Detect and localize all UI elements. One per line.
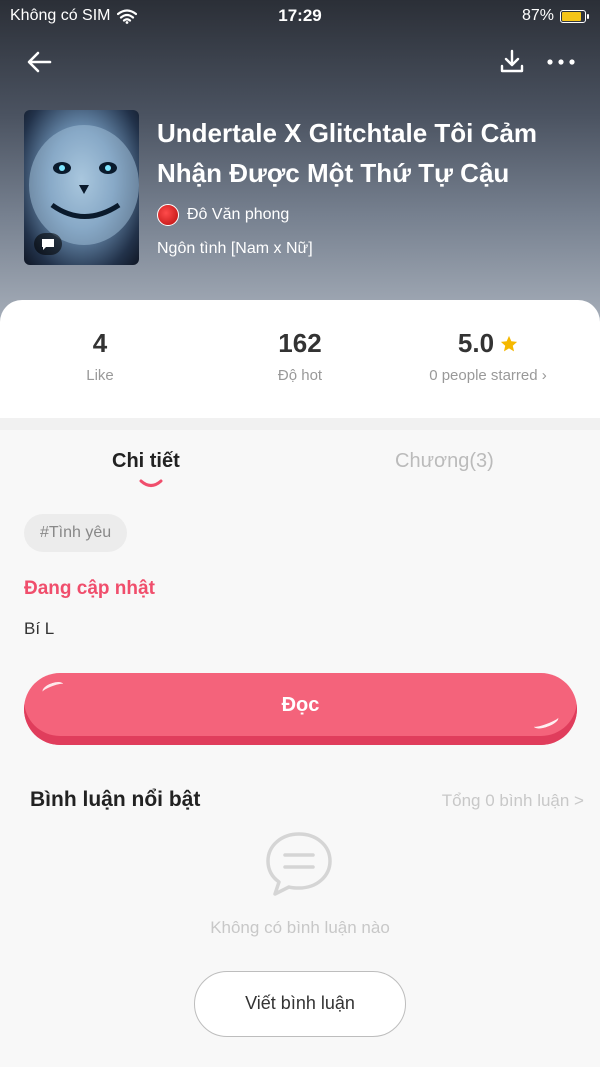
more-icon xyxy=(547,59,575,65)
button-highlight xyxy=(532,712,560,732)
download-button[interactable] xyxy=(496,46,528,78)
comments-total-link[interactable]: Tổng 0 bình luận > xyxy=(442,791,584,811)
rating-label: 0 people starred › xyxy=(429,367,547,384)
section-divider xyxy=(0,418,600,430)
comment-empty-icon xyxy=(266,832,332,896)
tab-indicator xyxy=(139,479,163,487)
read-button[interactable]: Đọc xyxy=(24,673,577,745)
more-button[interactable] xyxy=(544,46,578,78)
arrow-left-icon xyxy=(27,51,52,73)
like-count: 4 xyxy=(92,328,108,358)
stats-card: 4 Like 162 Độ hot 5.0 0 people starred › xyxy=(0,300,600,418)
button-highlight xyxy=(40,679,66,697)
tag-chip[interactable]: #Tình yêu xyxy=(24,514,128,552)
content-area: Chi tiết Chương(3) #Tình yêu Đang cập nh… xyxy=(0,430,600,1067)
comments-title: Bình luận nổi bật xyxy=(30,788,201,811)
back-button[interactable] xyxy=(24,46,56,78)
star-icon xyxy=(500,335,518,351)
download-icon xyxy=(500,49,524,73)
tab-details[interactable]: Chi tiết xyxy=(112,450,180,473)
battery-percent: 87% xyxy=(521,7,554,24)
chat-bubble-icon xyxy=(42,239,54,250)
update-status: Đang cập nhật xyxy=(24,578,155,599)
rating-value: 5.0 xyxy=(457,328,495,358)
chat-badge xyxy=(34,233,62,255)
stat-like: 4 Like xyxy=(0,328,200,384)
battery-fill xyxy=(562,11,582,21)
clock: 17:29 xyxy=(278,6,322,25)
battery-icon xyxy=(560,9,589,23)
no-comments-text: Không có bình luận nào xyxy=(210,918,390,937)
author-name: Đô Văn phong xyxy=(187,206,290,223)
tab-chapters[interactable]: Chương(3) xyxy=(395,450,494,473)
stat-rating[interactable]: 5.0 0 people starred › xyxy=(388,328,588,384)
author[interactable]: Đô Văn phong xyxy=(157,204,289,226)
stat-hot: 162 Độ hot xyxy=(200,328,400,384)
book-title: Undertale X Glitchtale Tôi Cảm Nhận Được… xyxy=(157,118,537,188)
battery-status: 87% xyxy=(521,7,589,25)
hot-count: 162 xyxy=(278,328,322,358)
book-genre: Ngôn tình [Nam x Nữ] xyxy=(157,240,313,257)
author-avatar xyxy=(157,204,179,226)
book-description: Bí L xyxy=(24,619,55,638)
read-button-label: Đọc xyxy=(281,694,320,716)
write-comment-button[interactable]: Viết bình luận xyxy=(194,971,406,1037)
hot-label: Độ hot xyxy=(277,367,323,384)
like-label: Like xyxy=(86,367,114,384)
status-bar: Không có SIM 17:29 87% xyxy=(0,0,600,34)
book-cover[interactable] xyxy=(24,110,139,265)
